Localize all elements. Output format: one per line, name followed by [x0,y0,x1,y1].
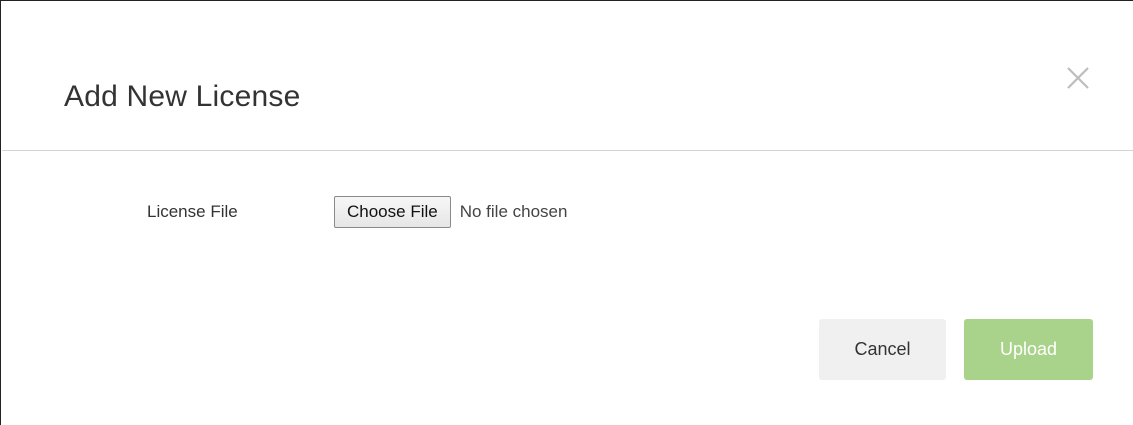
file-status-text: No file chosen [459,202,568,221]
license-file-label: License File [147,202,238,221]
modal-title: Add New License [64,80,301,113]
cancel-button[interactable]: Cancel [819,319,946,380]
close-icon [1067,67,1089,89]
add-license-modal: Add New License License File Choose File… [0,0,1133,425]
modal-header: Add New License [2,2,1133,151]
license-file-input[interactable]: Choose File No file chosen [334,196,567,228]
choose-file-button[interactable]: Choose File [334,196,451,228]
license-file-row: License File Choose File No file chosen [1,191,1133,235]
close-button[interactable] [1062,62,1094,94]
upload-button[interactable]: Upload [964,319,1093,380]
